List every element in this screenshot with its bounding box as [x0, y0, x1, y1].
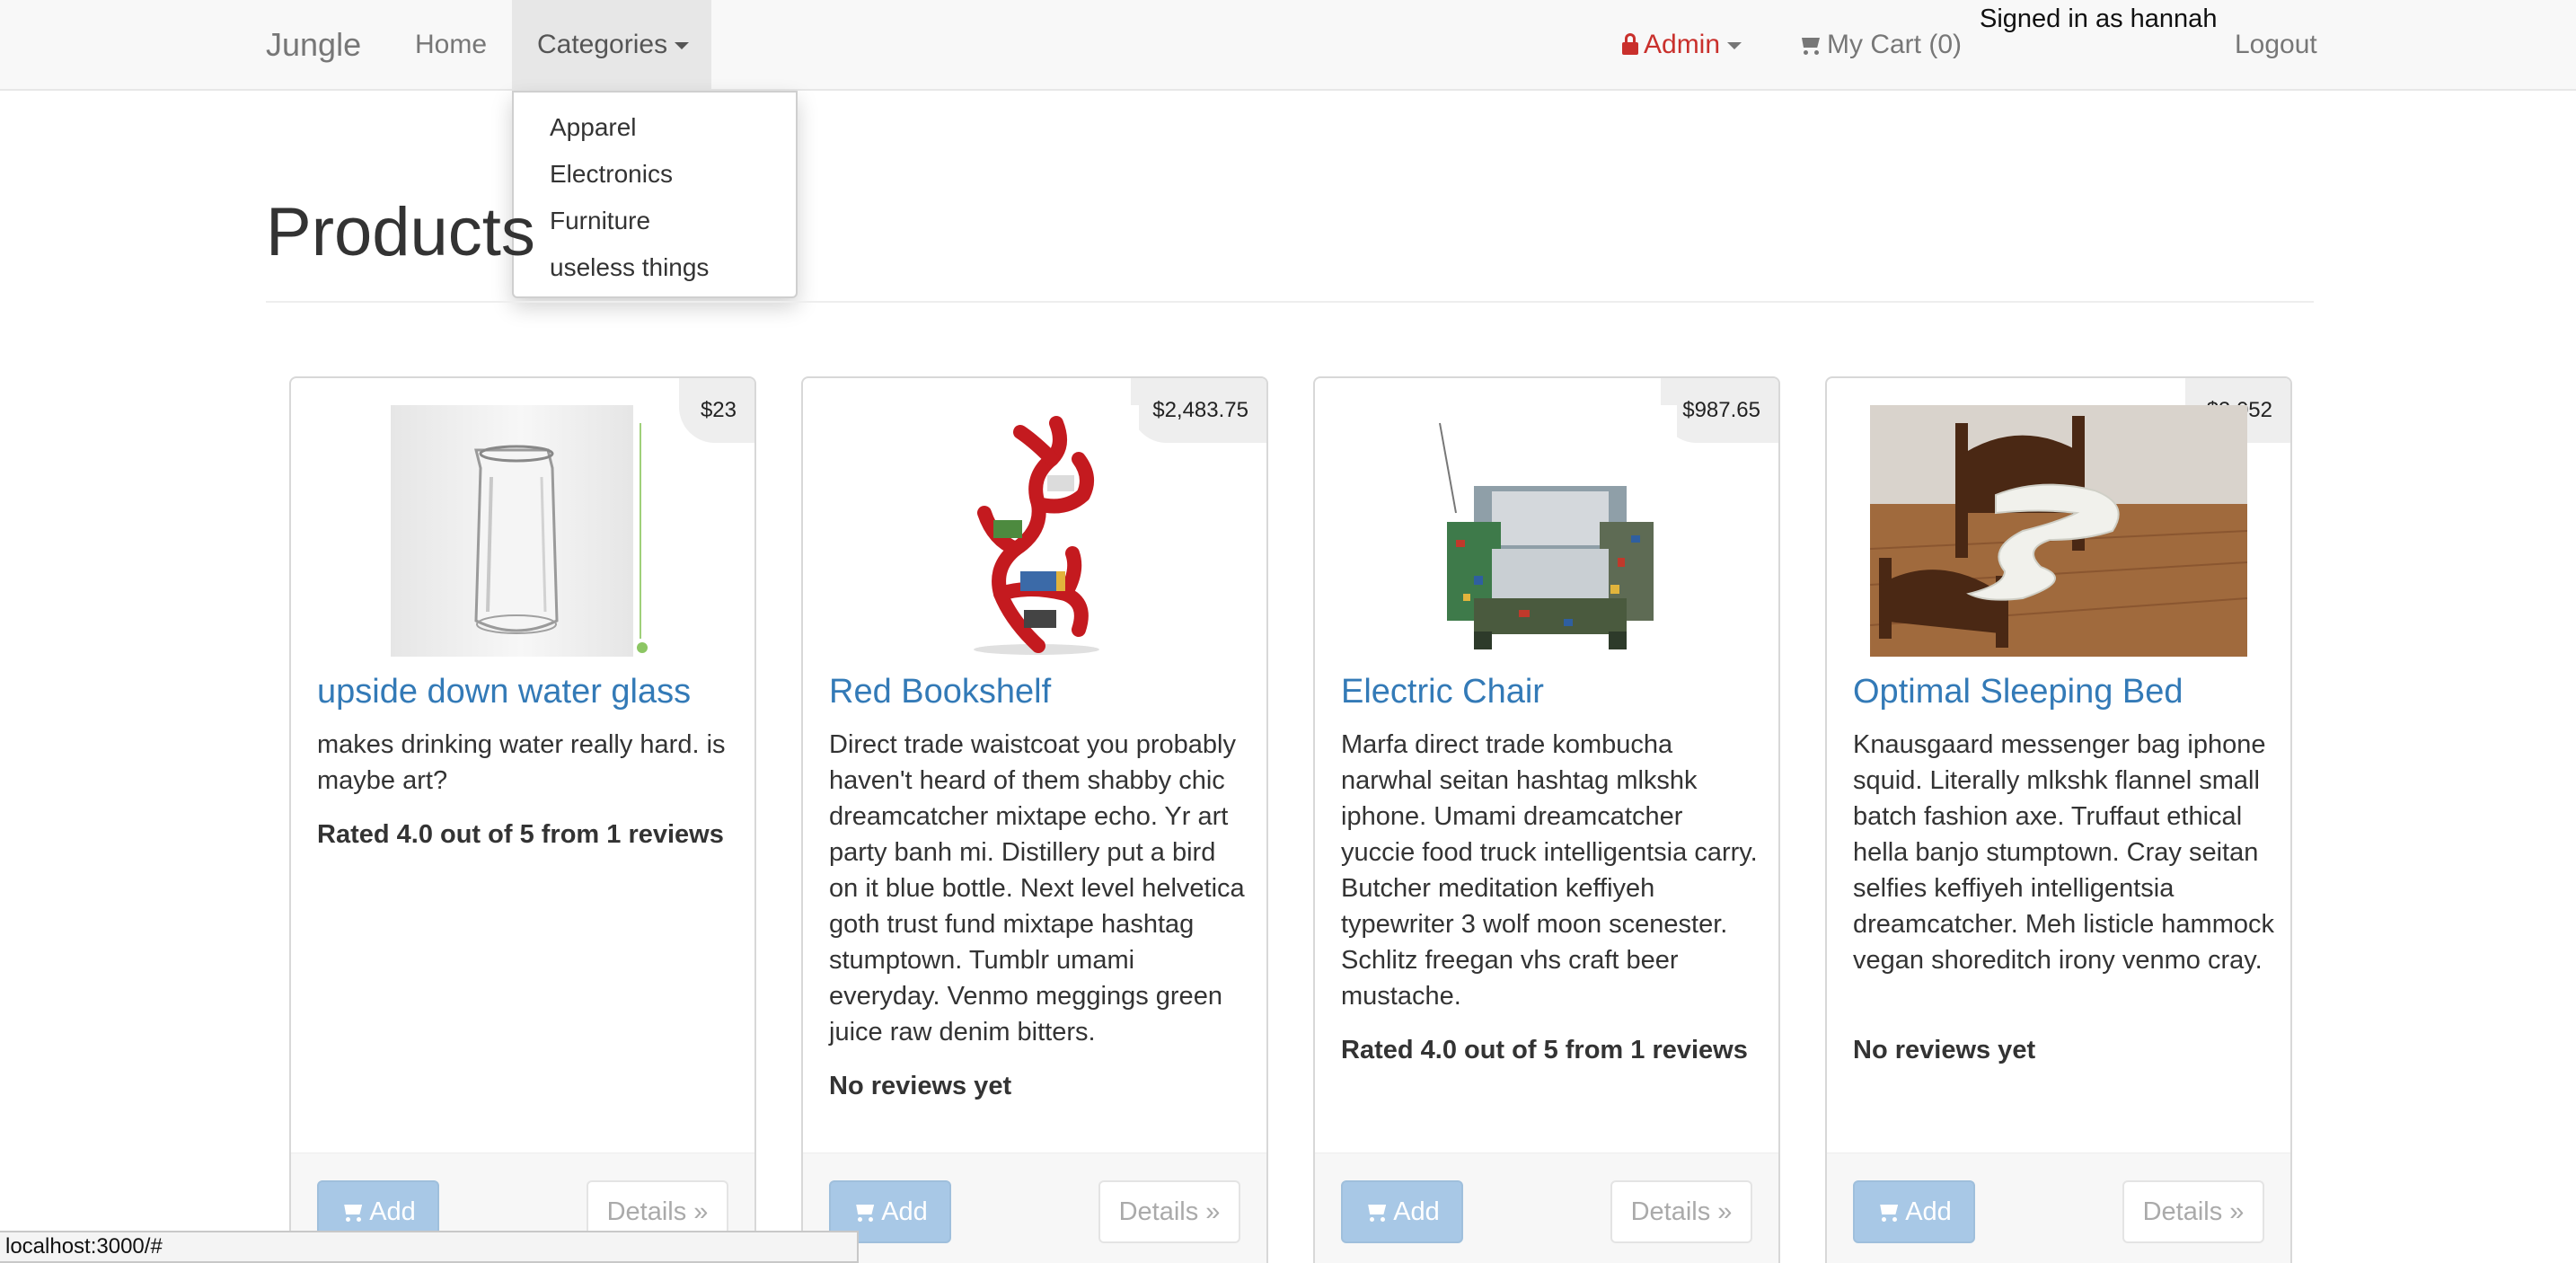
nav-logout-link[interactable]: Logout [2235, 0, 2317, 89]
card-footer: Add Details » [1315, 1153, 1778, 1263]
product-rating: Rated 4.0 out of 5 from 1 reviews [1341, 1036, 1748, 1064]
details-button[interactable]: Details » [2122, 1180, 2264, 1243]
product-rating: Rated 4.0 out of 5 from 1 reviews [317, 820, 724, 849]
price-badge: $987.65 [1661, 378, 1778, 443]
caret-down-icon [675, 42, 690, 50]
nav-admin-dropdown[interactable]: Admin [1622, 0, 1742, 89]
nav-admin-label: Admin [1644, 30, 1721, 59]
details-button[interactable]: Details » [1610, 1180, 1752, 1243]
add-button-label: Add [881, 1197, 928, 1226]
add-to-cart-button[interactable]: Add [1341, 1180, 1463, 1243]
add-to-cart-button[interactable]: Add [1853, 1180, 1975, 1243]
nav-home-link[interactable]: Home [415, 0, 487, 89]
brand-link[interactable]: Jungle [266, 0, 361, 89]
product-image[interactable] [391, 405, 651, 657]
title-divider [266, 301, 2314, 303]
shopping-cart-icon [1798, 36, 1822, 56]
product-image[interactable] [1420, 405, 1677, 657]
shopping-cart-icon [340, 1203, 364, 1223]
browser-status-bar: localhost:3000/# [0, 1231, 859, 1263]
product-card: $3,052 Optimal Sleeping Bed Knausgaard m… [1825, 376, 2292, 1263]
details-button[interactable]: Details » [1098, 1180, 1240, 1243]
signed-in-text: Signed in as hannah [1980, 4, 2218, 33]
page-title: Products [266, 194, 535, 270]
add-button-label: Add [1905, 1197, 1952, 1226]
category-item-useless-things[interactable]: useless things [550, 252, 709, 284]
category-item-electronics[interactable]: Electronics [550, 158, 673, 190]
product-description: makes drinking water really hard. is may… [317, 730, 726, 795]
category-item-furniture[interactable]: Furniture [550, 205, 650, 237]
shopping-cart-icon [1364, 1203, 1388, 1223]
lock-icon [1622, 33, 1638, 55]
product-description: Direct trade waistcoat you probably have… [829, 730, 1245, 1047]
product-rating: No reviews yet [829, 1072, 1012, 1100]
add-button-label: Add [1393, 1197, 1440, 1226]
shopping-cart-icon [852, 1203, 876, 1223]
product-rating: No reviews yet [1853, 1036, 2036, 1064]
product-description: Knausgaard messenger bag iphone squid. L… [1853, 730, 2274, 975]
nav-categories-label: Categories [537, 30, 668, 59]
product-description: Marfa direct trade kombucha narwhal seit… [1341, 730, 1758, 1011]
product-image[interactable] [931, 405, 1139, 657]
product-card: $23 upside down water glass makes drinki… [289, 376, 756, 1263]
nav-cart-label: My Cart (0) [1827, 30, 1962, 59]
card-footer: Add Details » [1827, 1153, 2290, 1263]
product-name-link[interactable]: Electric Chair [1341, 671, 1544, 712]
navbar: Jungle Home Categories Admin My Cart (0)… [0, 0, 2576, 91]
product-name-link[interactable]: Optimal Sleeping Bed [1853, 671, 2183, 712]
product-image[interactable] [1870, 405, 2247, 657]
categories-dropdown-menu: Apparel Electronics Furniture useless th… [512, 91, 798, 298]
product-card: $2,483.75 Red Bookshelf Direct trade wai… [801, 376, 1268, 1263]
caret-down-icon [1727, 42, 1742, 50]
category-item-apparel[interactable]: Apparel [550, 111, 637, 144]
nav-categories-dropdown[interactable]: Categories [512, 0, 711, 89]
price-badge: $2,483.75 [1131, 378, 1266, 443]
card-footer: Add Details » [803, 1153, 1266, 1263]
product-name-link[interactable]: upside down water glass [317, 671, 691, 712]
price-badge: $23 [678, 378, 754, 443]
shopping-cart-icon [1876, 1203, 1900, 1223]
product-name-link[interactable]: Red Bookshelf [829, 671, 1051, 712]
add-button-label: Add [369, 1197, 416, 1226]
product-card: $987.65 Electric Chair Marfa direct trad… [1313, 376, 1780, 1263]
nav-cart-link[interactable]: My Cart (0) [1798, 0, 1962, 89]
